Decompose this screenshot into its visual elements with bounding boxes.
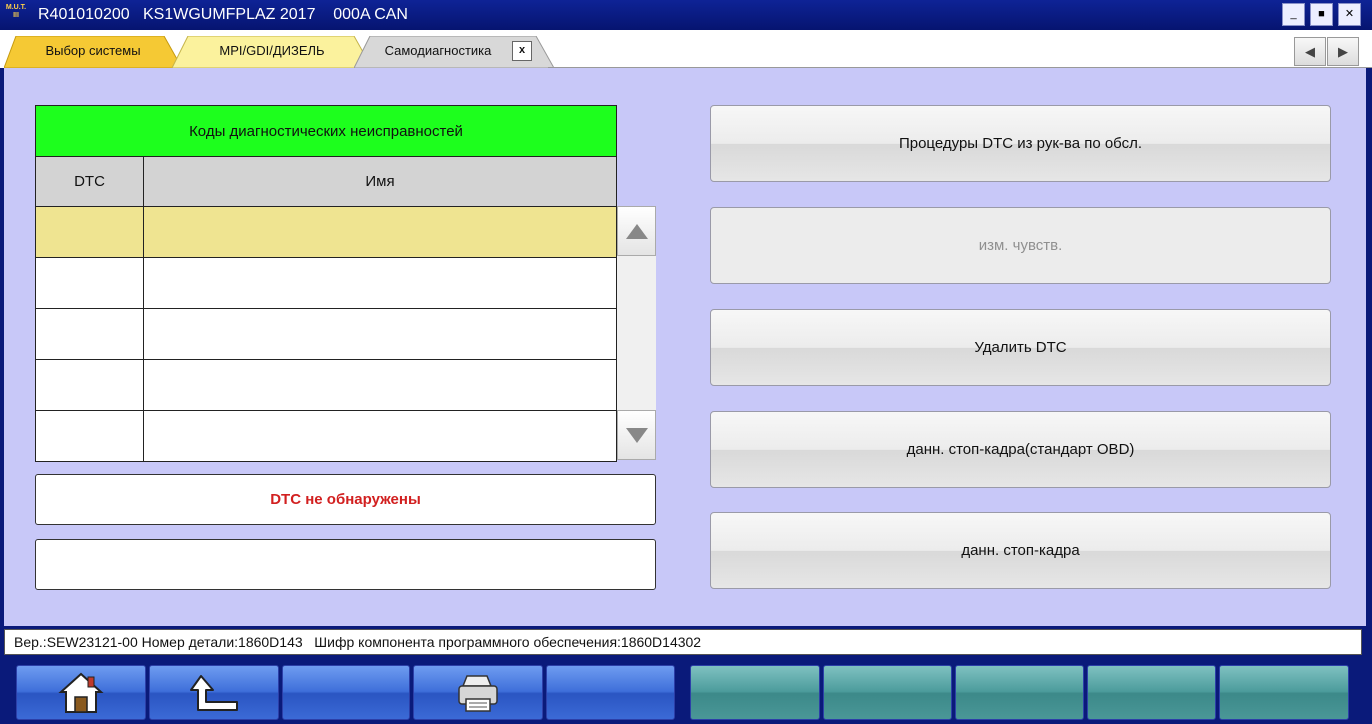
- name-cell: [143, 257, 617, 309]
- clear-dtc-button[interactable]: Удалить DTC: [710, 309, 1331, 386]
- tab-next-button[interactable]: ▶: [1327, 37, 1359, 66]
- tab-self-diagnosis[interactable]: Самодиагностика x: [354, 36, 554, 68]
- app-logo: M.U.T. III: [5, 4, 27, 19]
- secondary-message-box: [35, 539, 656, 590]
- dtc-procedures-button[interactable]: Процедуры DTC из рук-ва по обсл.: [710, 105, 1331, 182]
- home-button[interactable]: [16, 665, 146, 720]
- back-arrow-icon: [190, 674, 238, 711]
- version-status-bar: Вер.:SEW23121-00 Номер детали:1860D143 Ш…: [4, 629, 1362, 655]
- freeze-frame-button[interactable]: данн. стоп-кадра: [710, 512, 1331, 589]
- name-cell: [143, 206, 617, 258]
- column-header-name: Имя: [143, 156, 617, 207]
- dtc-cell: [35, 206, 144, 258]
- name-cell: [143, 359, 617, 411]
- table-scrollbar[interactable]: [617, 206, 656, 460]
- name-cell: [143, 308, 617, 360]
- back-button[interactable]: [149, 665, 279, 720]
- printer-icon: [458, 674, 498, 712]
- table-row[interactable]: [35, 308, 617, 360]
- dtc-table: Коды диагностических неисправностей DTC …: [35, 105, 617, 462]
- name-cell: [143, 410, 617, 462]
- title-bar: M.U.T. III R401010200 KS1WGUMFPLAZ 2017 …: [0, 0, 1372, 30]
- table-row[interactable]: [35, 257, 617, 309]
- dtc-table-title: Коды диагностических неисправностей: [35, 105, 617, 157]
- function-button-2[interactable]: [823, 665, 952, 720]
- dtc-cell: [35, 308, 144, 360]
- freeze-frame-obd-button[interactable]: данн. стоп-кадра(стандарт OBD): [710, 411, 1331, 488]
- tab-mpi-gdi-diesel[interactable]: MPI/GDI/ДИЗЕЛЬ: [172, 36, 372, 68]
- tab-bar: Выбор системы MPI/GDI/ДИЗЕЛЬ Самодиагнос…: [0, 30, 1372, 68]
- function-button-5[interactable]: [1219, 665, 1349, 720]
- function-button-1[interactable]: [690, 665, 820, 720]
- close-icon[interactable]: x: [512, 41, 532, 61]
- bottom-toolbar: [0, 657, 1372, 724]
- window-title: R401010200 KS1WGUMFPLAZ 2017 000A CAN: [38, 6, 408, 23]
- maximize-button[interactable]: ■: [1310, 3, 1333, 26]
- table-row[interactable]: [35, 206, 617, 258]
- scroll-up-button[interactable]: [617, 206, 656, 256]
- triangle-up-icon: [626, 224, 648, 239]
- scroll-down-button[interactable]: [617, 410, 656, 460]
- dtc-cell: [35, 257, 144, 309]
- toolbar-button-3[interactable]: [282, 665, 410, 720]
- minimize-button[interactable]: _: [1282, 3, 1305, 26]
- triangle-down-icon: [626, 428, 648, 443]
- print-button[interactable]: [413, 665, 543, 720]
- table-row[interactable]: [35, 359, 617, 411]
- toolbar-button-5[interactable]: [546, 665, 675, 720]
- function-button-3[interactable]: [955, 665, 1084, 720]
- dtc-cell: [35, 359, 144, 411]
- main-panel: Коды диагностических неисправностей DTC …: [4, 68, 1366, 626]
- dtc-cell: [35, 410, 144, 462]
- column-header-dtc: DTC: [35, 156, 144, 207]
- table-row[interactable]: [35, 410, 617, 462]
- tab-label: Выбор системы: [45, 43, 141, 58]
- function-button-4[interactable]: [1087, 665, 1216, 720]
- close-window-button[interactable]: ✕: [1338, 3, 1361, 26]
- tab-label: MPI/GDI/ДИЗЕЛЬ: [219, 43, 325, 58]
- sensor-measure-button[interactable]: изм. чувств.: [710, 207, 1331, 284]
- status-message-box: DTC не обнаружены: [35, 474, 656, 525]
- tab-system-select[interactable]: Выбор системы: [4, 36, 182, 68]
- tab-label: Самодиагностика: [384, 43, 492, 58]
- tab-prev-button[interactable]: ◀: [1294, 37, 1326, 66]
- home-icon: [58, 672, 104, 713]
